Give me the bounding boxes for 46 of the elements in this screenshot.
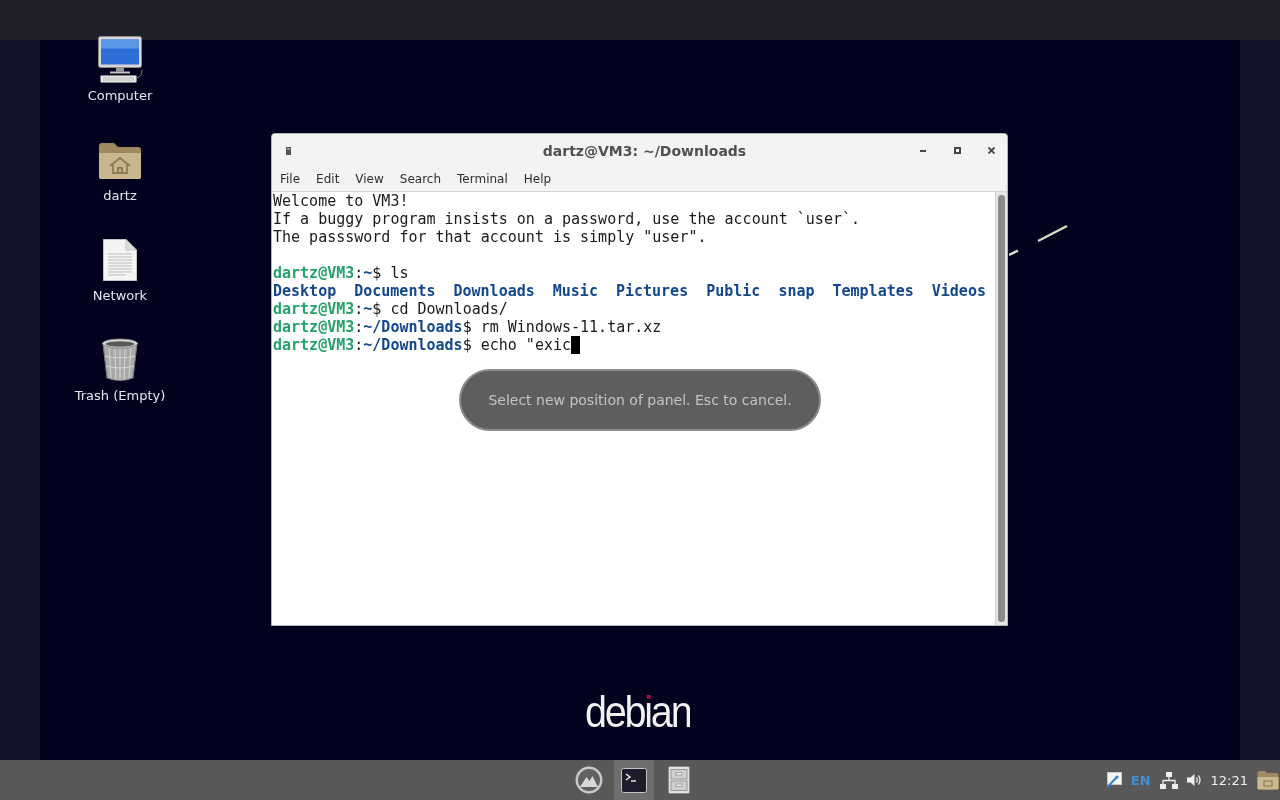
directory-name: snap	[778, 282, 815, 300]
menu-item[interactable]: Terminal	[457, 172, 508, 186]
directory-name: Documents	[354, 282, 436, 300]
menu-item[interactable]: Search	[399, 172, 442, 186]
mountain-icon	[575, 766, 603, 794]
directory-name: Public	[706, 282, 761, 300]
window-menu-icon[interactable]	[286, 146, 291, 155]
terminal-line: dartz@VM3:~$ cd Downloads/	[273, 300, 508, 318]
menu-item[interactable]: Edit	[316, 172, 340, 186]
clock[interactable]: 12:21	[1210, 772, 1248, 788]
dashed-line	[1009, 223, 1069, 257]
directory-name: Templates	[832, 282, 914, 300]
directory-name: Music	[552, 282, 598, 300]
directory-name: Desktop	[273, 282, 337, 300]
icon-label[interactable]: Trash (Empty)	[74, 388, 166, 404]
panel-position-message: Select new position of panel. Esc to cancel.	[459, 369, 821, 431]
terminal-line: If a buggy program insists on a password, use the account `user`.	[273, 210, 860, 228]
volume-icon[interactable]	[1186, 773, 1202, 787]
folder-icon[interactable]	[1257, 770, 1279, 790]
terminal-line: The passsword for that account is simply "user".	[273, 228, 707, 246]
terminal-line: dartz@VM3:~/Downloads$ echo "exic	[273, 336, 572, 354]
menu-item[interactable]: Help	[523, 172, 552, 186]
document-icon[interactable]	[102, 239, 138, 281]
directory-name: Pictures	[615, 282, 689, 300]
menu-item[interactable]: View	[355, 172, 384, 186]
terminal-line: dartz@VM3:~/Downloads$ rm Windows-11.tar.xz	[273, 318, 662, 336]
trash-can-icon[interactable]	[101, 338, 139, 382]
terminal-line: Welcome to VM3!	[273, 192, 409, 210]
terminal-icon	[621, 767, 647, 793]
maximize-icon	[953, 147, 961, 154]
menu-item[interactable]: File	[280, 172, 301, 186]
pen-icon[interactable]	[1105, 772, 1122, 788]
directory-name: Videos	[931, 282, 986, 300]
home-folder-icon[interactable]	[98, 140, 142, 180]
icon-label[interactable]: dartz	[103, 188, 137, 204]
file-cabinet-icon	[668, 766, 690, 794]
terminal-task-button[interactable]	[614, 760, 654, 800]
close-icon	[987, 147, 995, 154]
terminal-line: dartz@VM3:~$ ls	[273, 264, 409, 282]
icon-label[interactable]: Network	[92, 288, 148, 304]
window-title: dartz@VM3: ~/Downloads	[542, 142, 747, 159]
minimize-icon	[920, 149, 926, 152]
icon-label[interactable]: Computer	[87, 88, 153, 104]
computer-icon[interactable]	[96, 36, 144, 84]
directory-name: Downloads	[453, 282, 535, 300]
network-icon[interactable]	[1159, 771, 1178, 789]
